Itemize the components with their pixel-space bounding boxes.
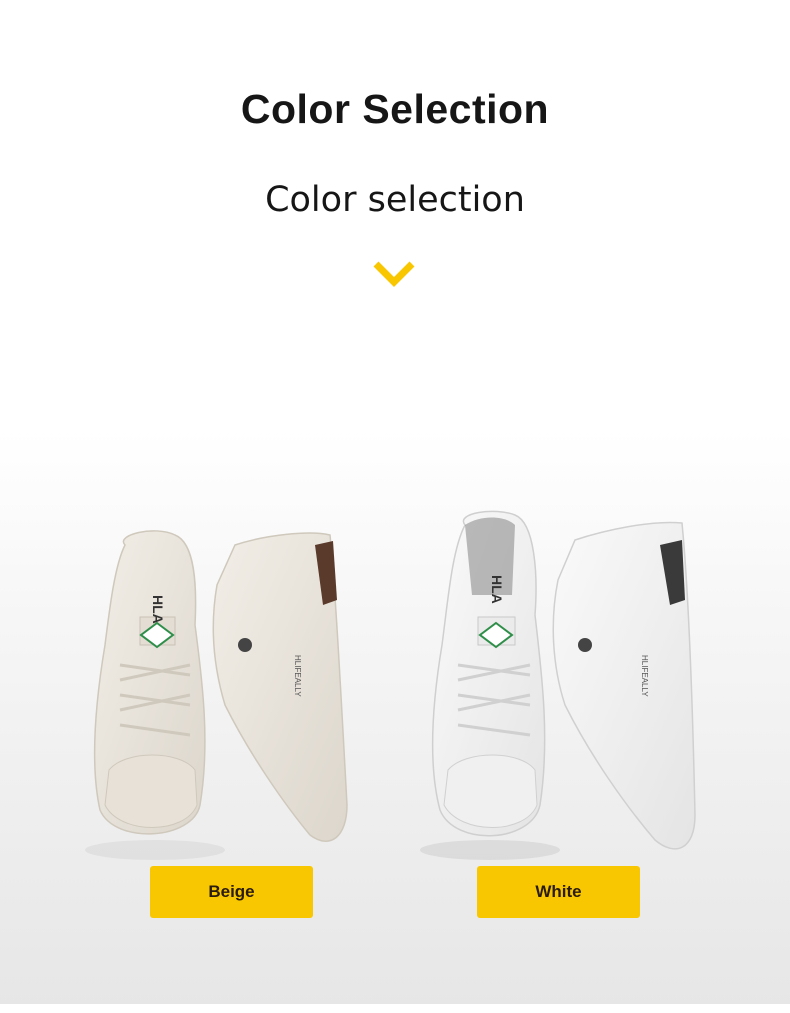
sneaker-icon: HLA HLIFEALLY (420, 510, 696, 860)
chevron-down-icon (373, 261, 415, 287)
product-image-beige[interactable]: HLA HLIFEALLY (85, 505, 445, 865)
section-title: Color Selection (240, 86, 550, 132)
side-brand-text: HLIFEALLY (640, 655, 649, 697)
side-brand-text: HLIFEALLY (293, 655, 302, 697)
color-button-white[interactable]: White (477, 866, 640, 918)
color-button-beige[interactable]: Beige (150, 866, 313, 918)
tongue-logo: HLA (150, 595, 166, 624)
tongue-logo: HLA (489, 575, 505, 604)
product-image-white[interactable]: HLA HLIFEALLY (420, 505, 780, 865)
bottom-divider (0, 1004, 790, 1013)
sneaker-icon: HLA HLIFEALLY (85, 530, 348, 860)
section-subtitle: Color selection (265, 180, 525, 220)
